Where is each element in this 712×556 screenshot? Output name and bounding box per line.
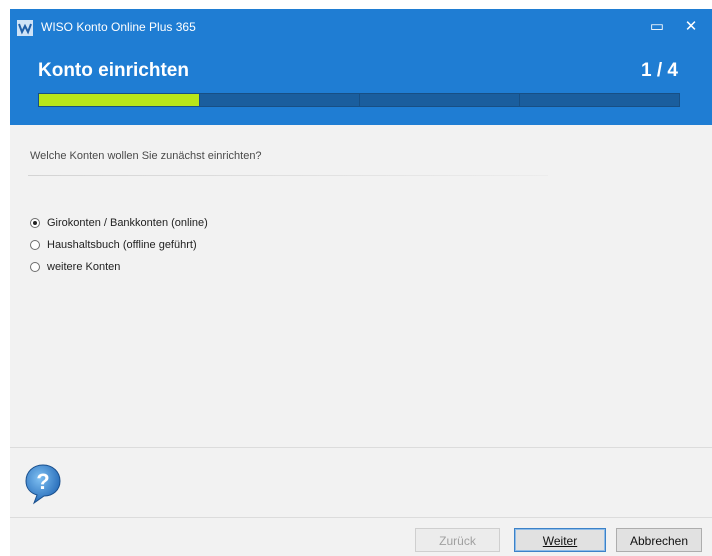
progress-bar	[38, 93, 680, 107]
radio-haushaltsbuch[interactable]	[30, 240, 40, 250]
button-bar: Zurück Weiter Abbrechen	[10, 517, 712, 556]
help-area: ?	[10, 447, 712, 518]
option-label: Haushaltsbuch (offline geführt)	[47, 239, 197, 251]
next-button[interactable]: Weiter	[514, 528, 606, 552]
app-icon	[17, 20, 33, 36]
progress-segment	[39, 94, 200, 106]
help-question-icon[interactable]: ?	[24, 463, 62, 505]
page-title: Konto einrichten	[38, 60, 189, 81]
option-weitere-konten[interactable]: weitere Konten	[30, 256, 208, 278]
radio-weitere-konten[interactable]	[30, 262, 40, 272]
window-title: WISO Konto Online Plus 365	[41, 20, 196, 34]
option-label: weitere Konten	[47, 261, 121, 273]
question-text: Welche Konten wollen Sie zunächst einric…	[30, 150, 262, 162]
radio-girokonten[interactable]	[30, 218, 40, 228]
main-content: Welche Konten wollen Sie zunächst einric…	[10, 125, 712, 447]
title-bar[interactable]: WISO Konto Online Plus 365 ▭ ✕	[10, 9, 712, 47]
divider	[28, 175, 548, 176]
progress-segment	[359, 94, 520, 106]
back-button[interactable]: Zurück	[415, 528, 500, 552]
step-counter: 1 / 4	[641, 60, 678, 81]
close-button[interactable]: ✕	[676, 12, 706, 42]
maximize-button[interactable]: ▭	[642, 12, 672, 42]
progress-segment	[199, 94, 360, 106]
next-button-label: Weiter	[542, 534, 578, 548]
wizard-header: Konto einrichten 1 / 4	[10, 47, 712, 125]
cancel-button[interactable]: Abbrechen	[616, 528, 702, 552]
account-type-options: Girokonten / Bankkonten (online) Haushal…	[30, 212, 208, 278]
setup-dialog: WISO Konto Online Plus 365 ▭ ✕ Konto ein…	[10, 9, 712, 556]
option-girokonten[interactable]: Girokonten / Bankkonten (online)	[30, 212, 208, 234]
option-label: Girokonten / Bankkonten (online)	[47, 217, 208, 229]
option-haushaltsbuch[interactable]: Haushaltsbuch (offline geführt)	[30, 234, 208, 256]
svg-text:?: ?	[36, 469, 49, 494]
